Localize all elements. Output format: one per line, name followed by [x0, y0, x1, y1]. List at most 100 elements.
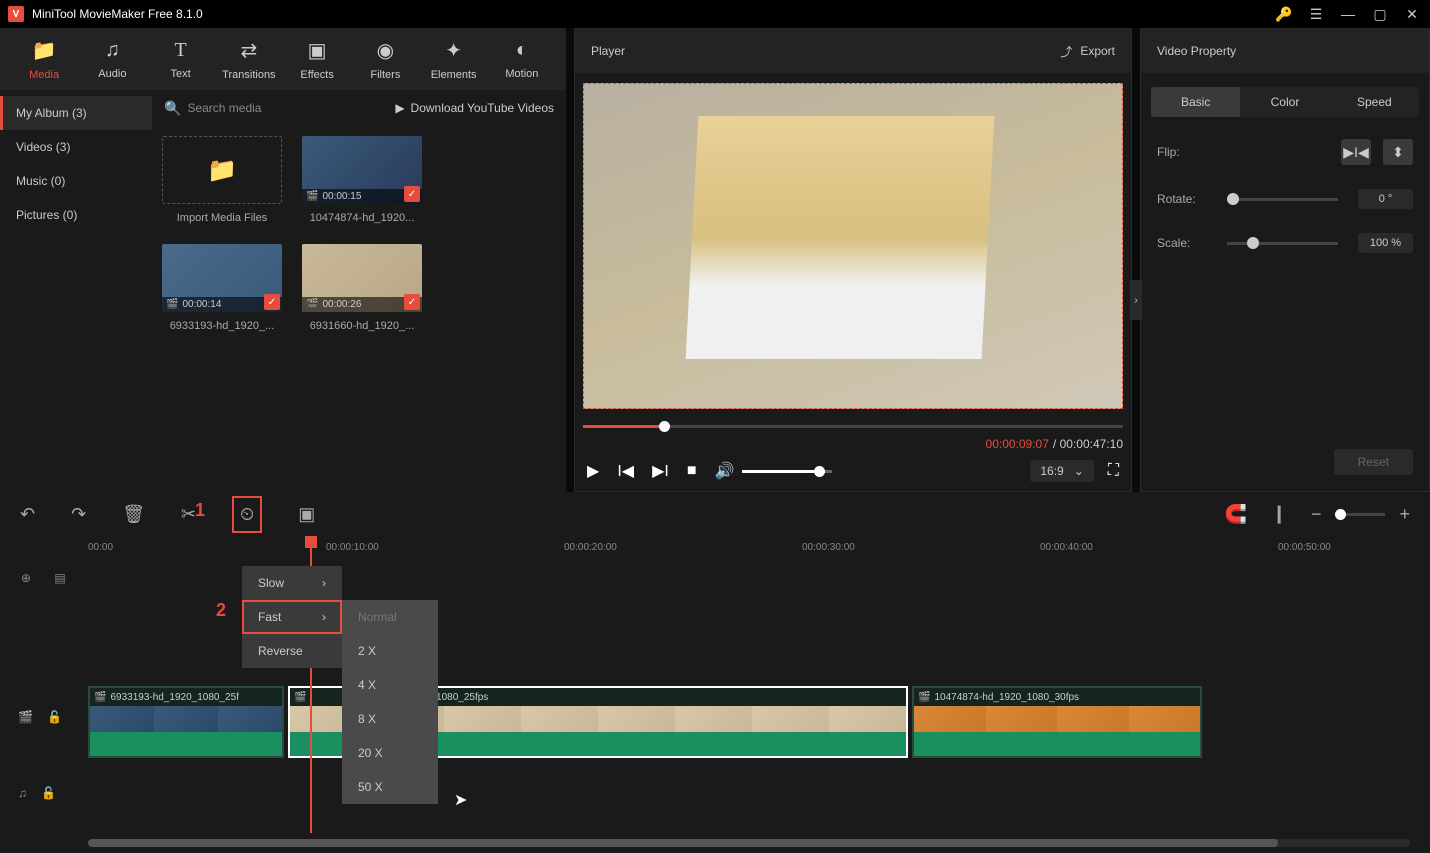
chevron-right-icon: › — [322, 576, 326, 590]
tab-motion[interactable]: ◐ Motion — [488, 31, 556, 88]
track-options-button[interactable]: ▤ — [48, 566, 72, 590]
prop-tab-speed[interactable]: Speed — [1330, 87, 1419, 117]
rotate-value[interactable]: 0 ° — [1358, 189, 1413, 209]
elements-icon: ✦ — [445, 38, 462, 63]
clip[interactable]: 🎬6933193-hd_1920_1080_25f — [88, 686, 284, 758]
download-youtube-link[interactable]: ▶ Download YouTube Videos — [395, 101, 554, 115]
speed-slow[interactable]: Slow › — [242, 566, 342, 600]
tab-effects[interactable]: ▣ Effects — [283, 30, 351, 89]
horizontal-scrollbar[interactable] — [88, 839, 1410, 847]
aspect-ratio-select[interactable]: 16:9 ⌄ — [1030, 460, 1093, 482]
close-icon[interactable]: ✕ — [1402, 4, 1422, 24]
top-tabs: 📁 Media ♫ Audio T Text ⇄ Transitions ▣ E… — [0, 28, 566, 90]
speed-8x[interactable]: 8 X — [342, 702, 438, 736]
tab-filters[interactable]: ◉ Filters — [351, 30, 419, 89]
tab-elements[interactable]: ✦ Elements — [420, 30, 488, 89]
speed-normal[interactable]: Normal — [342, 600, 438, 634]
minimize-icon[interactable]: — — [1338, 4, 1358, 24]
timeline-ruler[interactable]: 00:00 00:00:10:00 00:00:20:00 00:00:30:0… — [88, 536, 1430, 566]
add-track-button[interactable]: ⊕ — [14, 566, 38, 590]
prev-button[interactable]: I◀ — [617, 461, 634, 481]
rotate-label: Rotate: — [1157, 192, 1207, 206]
time-current: 00:00:09:07 — [986, 437, 1049, 451]
media-item[interactable]: 🎬00:00:14 ✓ 6933193-hd_1920_... — [162, 244, 282, 332]
chevron-down-icon: ⌄ — [1074, 464, 1084, 478]
playback-slider[interactable] — [583, 421, 1123, 431]
volume-slider[interactable] — [742, 470, 832, 473]
speed-2x[interactable]: 2 X — [342, 634, 438, 668]
scale-slider[interactable] — [1227, 242, 1338, 245]
speed-50x[interactable]: 50 X — [342, 770, 438, 804]
sidebar-item-pictures[interactable]: Pictures (0) — [0, 198, 152, 232]
video-icon: 🎬 — [294, 692, 306, 703]
markers-button[interactable]: ⎹⎸ — [1261, 504, 1297, 525]
export-button[interactable]: ⤴ Export — [1060, 43, 1115, 60]
play-button[interactable]: ▶ — [587, 461, 599, 481]
check-icon: ✓ — [404, 294, 420, 310]
text-icon: T — [175, 39, 187, 62]
split-button[interactable]: ✂1 — [181, 504, 196, 525]
video-icon: 🎬 — [166, 299, 178, 310]
app-logo: V — [8, 6, 24, 22]
lock-icon[interactable]: 🔓 — [41, 786, 56, 800]
folder-icon: 📁 — [207, 156, 237, 185]
zoom-in-button[interactable]: + — [1399, 504, 1410, 525]
scale-value[interactable]: 100 % — [1358, 233, 1413, 253]
tab-media[interactable]: 📁 Media — [10, 30, 78, 89]
flip-vertical-button[interactable]: ⬍ — [1383, 139, 1413, 165]
rotate-slider[interactable] — [1227, 198, 1338, 201]
speed-fast[interactable]: Fast › — [242, 600, 342, 634]
stop-button[interactable]: ■ — [687, 462, 697, 480]
zoom-out-button[interactable]: − — [1311, 504, 1322, 525]
fullscreen-button[interactable]: ⛶ — [1108, 462, 1119, 480]
prop-tab-basic[interactable]: Basic — [1151, 87, 1240, 117]
titlebar: V MiniTool MovieMaker Free 8.1.0 🔑 ☰ — ▢… — [0, 0, 1430, 28]
speed-button[interactable]: ⏲ — [232, 496, 262, 533]
annotation-2: 2 — [216, 600, 226, 621]
delete-button[interactable]: 🗑 — [122, 504, 145, 525]
zoom-slider[interactable] — [1335, 513, 1385, 516]
time-total: / 00:00:47:10 — [1053, 437, 1123, 451]
media-item[interactable]: 🎬00:00:15 ✓ 10474874-hd_1920... — [302, 136, 422, 224]
prop-tab-color[interactable]: Color — [1240, 87, 1329, 117]
flip-horizontal-button[interactable]: ▶I◀ — [1341, 139, 1371, 165]
key-icon[interactable]: 🔑 — [1274, 4, 1294, 24]
search-input[interactable]: 🔍 Search media — [164, 100, 261, 117]
tab-audio[interactable]: ♫ Audio — [78, 31, 146, 88]
speed-submenu: Normal 2 X 4 X 8 X 20 X 50 X — [342, 600, 438, 804]
folder-icon: 📁 — [32, 38, 57, 63]
crop-button[interactable]: ▣ — [298, 504, 315, 525]
import-tile[interactable]: 📁 Import Media Files — [162, 136, 282, 224]
app-title: MiniTool MovieMaker Free 8.1.0 — [32, 7, 203, 21]
volume-icon[interactable]: 🔊 — [714, 461, 734, 481]
transitions-icon: ⇄ — [240, 38, 257, 63]
properties-panel: Video Property Basic Color Speed Flip: ▶… — [1140, 28, 1430, 492]
sidebar-item-videos[interactable]: Videos (3) — [0, 130, 152, 164]
maximize-icon[interactable]: ▢ — [1370, 4, 1390, 24]
video-preview[interactable] — [583, 83, 1123, 409]
speed-20x[interactable]: 20 X — [342, 736, 438, 770]
collapse-properties-button[interactable]: › — [1130, 280, 1142, 320]
tab-text[interactable]: T Text — [147, 31, 215, 88]
clip[interactable]: 🎬10474874-hd_1920_1080_30fps — [912, 686, 1202, 758]
sidebar-item-myalbum[interactable]: My Album (3) — [0, 96, 152, 130]
tab-transitions[interactable]: ⇄ Transitions — [215, 30, 283, 89]
player-panel: Player ⤴ Export 00:00:09:07 / 00:00:47:1… — [574, 28, 1132, 492]
speed-reverse[interactable]: Reverse — [242, 634, 342, 668]
music-icon: ♫ — [105, 39, 120, 62]
magnet-button[interactable]: 🧲 — [1225, 504, 1247, 525]
cursor-icon: ➤ — [454, 790, 467, 810]
media-item[interactable]: 🎬00:00:26 ✓ 6931660-hd_1920_... — [302, 244, 422, 332]
next-button[interactable]: ▶I — [652, 461, 669, 481]
video-icon: 🎬 — [94, 692, 106, 703]
sidebar-item-music[interactable]: Music (0) — [0, 164, 152, 198]
speed-4x[interactable]: 4 X — [342, 668, 438, 702]
speed-menu: Slow › Fast › Reverse — [242, 566, 342, 668]
lock-icon[interactable]: 🔓 — [47, 710, 62, 724]
sidebar: My Album (3) Videos (3) Music (0) Pictur… — [0, 90, 152, 492]
video-track[interactable]: 🎬6933193-hd_1920_1080_25f 🎬_1080_25fps 🎬… — [88, 686, 1202, 758]
reset-button[interactable]: Reset — [1334, 449, 1413, 475]
menu-icon[interactable]: ☰ — [1306, 4, 1326, 24]
redo-button[interactable]: ↷ — [71, 504, 86, 525]
undo-button[interactable]: ↶ — [20, 504, 35, 525]
